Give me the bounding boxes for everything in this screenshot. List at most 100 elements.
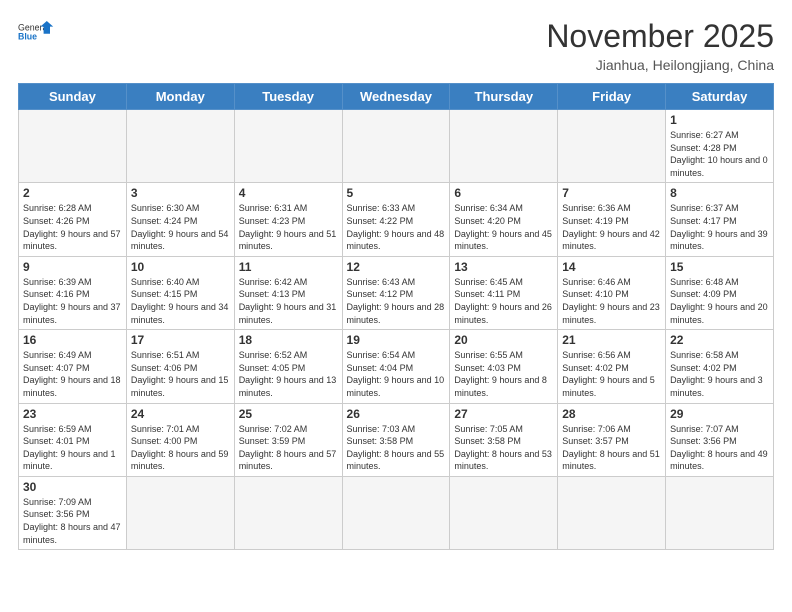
- title-block: November 2025 Jianhua, Heilongjiang, Chi…: [546, 18, 774, 73]
- table-row: 10Sunrise: 6:40 AM Sunset: 4:15 PM Dayli…: [126, 256, 234, 329]
- day-info: Sunrise: 6:36 AM Sunset: 4:19 PM Dayligh…: [562, 202, 661, 252]
- day-info: Sunrise: 6:31 AM Sunset: 4:23 PM Dayligh…: [239, 202, 338, 252]
- day-number: 29: [670, 407, 769, 421]
- day-info: Sunrise: 6:58 AM Sunset: 4:02 PM Dayligh…: [670, 349, 769, 399]
- table-row: 3 Sunrise: 6:30 AM Sunset: 4:24 PM Daylig…: [126, 183, 234, 256]
- day-info: Sunrise: 6:27 AM Sunset: 4:28 PM Dayligh…: [670, 129, 769, 179]
- day-info: Sunrise: 6:30 AM Sunset: 4:24 PM Dayligh…: [131, 202, 230, 252]
- day-number: 12: [347, 260, 446, 274]
- day-number: 26: [347, 407, 446, 421]
- table-row: 16 Sunrise: 6:49 AM Sunset: 4:07 PM Dayli…: [19, 330, 127, 403]
- header: General Blue November 2025 Jianhua, Heil…: [18, 18, 774, 73]
- table-row: 15 Sunrise: 6:48 AM Sunset: 4:09 PM Dayli…: [666, 256, 774, 329]
- day-info: Sunrise: 6:37 AM Sunset: 4:17 PM Dayligh…: [670, 202, 769, 252]
- table-row: 14Sunrise: 6:46 AM Sunset: 4:10 PM Dayli…: [558, 256, 666, 329]
- table-row: 28Sunrise: 7:06 AM Sunset: 3:57 PM Dayli…: [558, 403, 666, 476]
- day-info: Sunrise: 6:34 AM Sunset: 4:20 PM Dayligh…: [454, 202, 553, 252]
- day-number: 17: [131, 333, 230, 347]
- table-row: [450, 476, 558, 549]
- table-row: 18 Sunrise: 6:52 AM Sunset: 4:05 PM Dayli…: [234, 330, 342, 403]
- table-row: 26Sunrise: 7:03 AM Sunset: 3:58 PM Dayli…: [342, 403, 450, 476]
- table-row: 8 Sunrise: 6:37 AM Sunset: 4:17 PM Daylig…: [666, 183, 774, 256]
- day-number: 1: [670, 113, 769, 127]
- table-row: [342, 476, 450, 549]
- day-info: Sunrise: 6:42 AM Sunset: 4:13 PM Dayligh…: [239, 276, 338, 326]
- table-row: [450, 110, 558, 183]
- table-row: 22 Sunrise: 6:58 AM Sunset: 4:02 PM Dayli…: [666, 330, 774, 403]
- table-row: 5Sunrise: 6:33 AM Sunset: 4:22 PM Daylig…: [342, 183, 450, 256]
- table-row: [234, 110, 342, 183]
- day-number: 20: [454, 333, 553, 347]
- day-number: 6: [454, 186, 553, 200]
- table-row: 12 Sunrise: 6:43 AM Sunset: 4:12 PM Dayli…: [342, 256, 450, 329]
- table-row: [558, 110, 666, 183]
- table-row: 13Sunrise: 6:45 AM Sunset: 4:11 PM Dayli…: [450, 256, 558, 329]
- day-info: Sunrise: 7:07 AM Sunset: 3:56 PM Dayligh…: [670, 423, 769, 473]
- day-number: 22: [670, 333, 769, 347]
- day-info: Sunrise: 6:54 AM Sunset: 4:04 PM Dayligh…: [347, 349, 446, 399]
- day-info: Sunrise: 6:52 AM Sunset: 4:05 PM Dayligh…: [239, 349, 338, 399]
- day-info: Sunrise: 6:56 AM Sunset: 4:02 PM Dayligh…: [562, 349, 661, 399]
- day-number: 5: [347, 186, 446, 200]
- day-number: 21: [562, 333, 661, 347]
- header-tuesday: Tuesday: [234, 84, 342, 110]
- day-info: Sunrise: 6:59 AM Sunset: 4:01 PM Dayligh…: [23, 423, 122, 473]
- table-row: 4 Sunrise: 6:31 AM Sunset: 4:23 PM Daylig…: [234, 183, 342, 256]
- table-row: 19 Sunrise: 6:54 AM Sunset: 4:04 PM Dayli…: [342, 330, 450, 403]
- day-number: 23: [23, 407, 122, 421]
- table-row: 21 Sunrise: 6:56 AM Sunset: 4:02 PM Dayli…: [558, 330, 666, 403]
- table-row: 7 Sunrise: 6:36 AM Sunset: 4:19 PM Daylig…: [558, 183, 666, 256]
- day-number: 9: [23, 260, 122, 274]
- svg-text:Blue: Blue: [18, 31, 37, 41]
- table-row: 25 Sunrise: 7:02 AM Sunset: 3:59 PM Dayli…: [234, 403, 342, 476]
- header-sunday: Sunday: [19, 84, 127, 110]
- table-row: [126, 476, 234, 549]
- day-number: 30: [23, 480, 122, 494]
- day-number: 7: [562, 186, 661, 200]
- day-info: Sunrise: 7:09 AM Sunset: 3:56 PM Dayligh…: [23, 496, 122, 546]
- day-info: Sunrise: 6:49 AM Sunset: 4:07 PM Dayligh…: [23, 349, 122, 399]
- day-info: Sunrise: 6:43 AM Sunset: 4:12 PM Dayligh…: [347, 276, 446, 326]
- generalblue-logo-icon: General Blue: [18, 18, 54, 48]
- day-info: Sunrise: 7:02 AM Sunset: 3:59 PM Dayligh…: [239, 423, 338, 473]
- day-number: 19: [347, 333, 446, 347]
- day-number: 28: [562, 407, 661, 421]
- table-row: 9 Sunrise: 6:39 AM Sunset: 4:16 PM Daylig…: [19, 256, 127, 329]
- day-info: Sunrise: 6:55 AM Sunset: 4:03 PM Dayligh…: [454, 349, 553, 399]
- day-number: 25: [239, 407, 338, 421]
- header-saturday: Saturday: [666, 84, 774, 110]
- day-number: 3: [131, 186, 230, 200]
- day-number: 8: [670, 186, 769, 200]
- day-number: 18: [239, 333, 338, 347]
- table-row: [19, 110, 127, 183]
- table-row: 1 Sunrise: 6:27 AM Sunset: 4:28 PM Daylig…: [666, 110, 774, 183]
- calendar-table: Sunday Monday Tuesday Wednesday Thursday…: [18, 83, 774, 550]
- page: General Blue November 2025 Jianhua, Heil…: [0, 0, 792, 612]
- day-info: Sunrise: 7:01 AM Sunset: 4:00 PM Dayligh…: [131, 423, 230, 473]
- table-row: 2 Sunrise: 6:28 AM Sunset: 4:26 PM Daylig…: [19, 183, 127, 256]
- day-info: Sunrise: 6:39 AM Sunset: 4:16 PM Dayligh…: [23, 276, 122, 326]
- day-info: Sunrise: 6:48 AM Sunset: 4:09 PM Dayligh…: [670, 276, 769, 326]
- day-number: 13: [454, 260, 553, 274]
- day-info: Sunrise: 6:28 AM Sunset: 4:26 PM Dayligh…: [23, 202, 122, 252]
- header-monday: Monday: [126, 84, 234, 110]
- day-number: 2: [23, 186, 122, 200]
- day-number: 27: [454, 407, 553, 421]
- table-row: 11Sunrise: 6:42 AM Sunset: 4:13 PM Dayli…: [234, 256, 342, 329]
- day-number: 4: [239, 186, 338, 200]
- table-row: 30 Sunrise: 7:09 AM Sunset: 3:56 PM Dayli…: [19, 476, 127, 549]
- day-number: 10: [131, 260, 230, 274]
- header-wednesday: Wednesday: [342, 84, 450, 110]
- day-info: Sunrise: 7:05 AM Sunset: 3:58 PM Dayligh…: [454, 423, 553, 473]
- table-row: 27 Sunrise: 7:05 AM Sunset: 3:58 PM Dayli…: [450, 403, 558, 476]
- day-number: 15: [670, 260, 769, 274]
- table-row: [558, 476, 666, 549]
- calendar-subtitle: Jianhua, Heilongjiang, China: [546, 57, 774, 73]
- header-friday: Friday: [558, 84, 666, 110]
- table-row: 17Sunrise: 6:51 AM Sunset: 4:06 PM Dayli…: [126, 330, 234, 403]
- logo: General Blue: [18, 18, 54, 48]
- day-info: Sunrise: 6:46 AM Sunset: 4:10 PM Dayligh…: [562, 276, 661, 326]
- day-number: 16: [23, 333, 122, 347]
- table-row: 20 Sunrise: 6:55 AM Sunset: 4:03 PM Dayli…: [450, 330, 558, 403]
- weekday-header-row: Sunday Monday Tuesday Wednesday Thursday…: [19, 84, 774, 110]
